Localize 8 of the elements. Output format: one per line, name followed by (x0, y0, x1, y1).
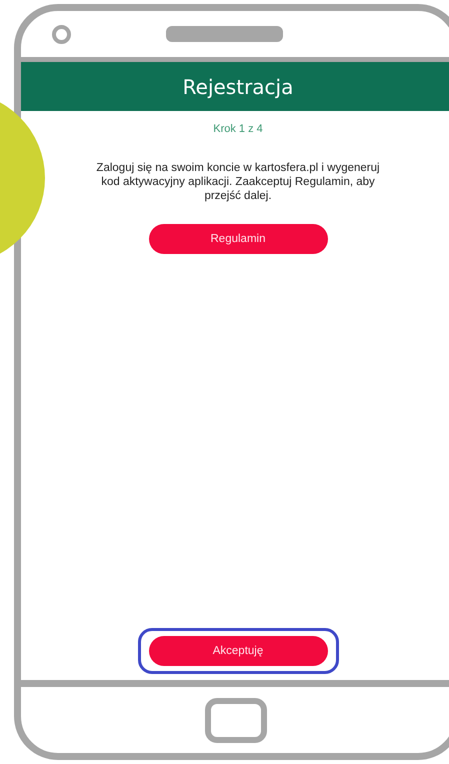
step-indicator: Krok 1 z 4 (213, 123, 263, 135)
camera-icon (52, 24, 71, 44)
action-button[interactable]: Akceptuję (148, 636, 328, 666)
home-button-icon (205, 698, 267, 742)
speaker-icon (166, 26, 283, 42)
instruction-text: Zaloguj się na swoim koncie w kartosfera.pl i wygeneruj kod aktywacyjny aplikacji. Zaakceptuj Regulamin, aby przejść dalej. (95, 161, 381, 203)
screen-title: Rejestracja (182, 74, 294, 98)
action-button[interactable]: Regulamin (148, 224, 328, 254)
